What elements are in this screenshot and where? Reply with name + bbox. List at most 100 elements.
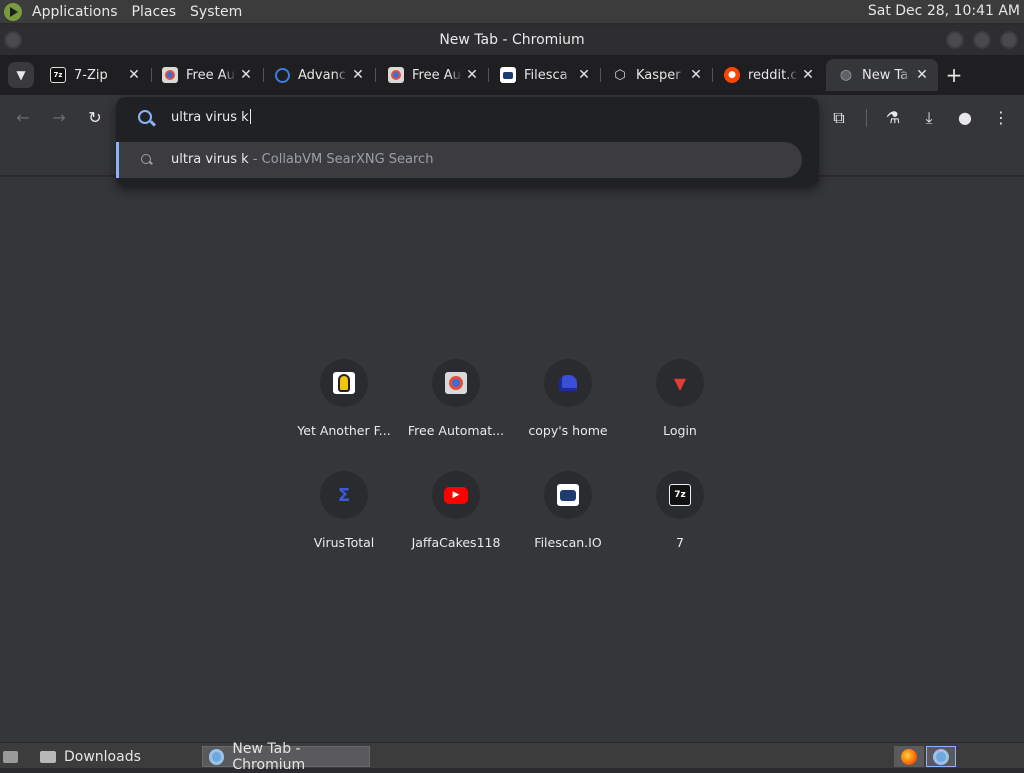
reload-button[interactable]: ↻	[83, 106, 107, 130]
tab-title: Free Au	[186, 67, 235, 83]
close-icon[interactable]: ✕	[236, 67, 256, 83]
folder-icon	[40, 750, 56, 763]
omnibox-suggestion[interactable]: ultra virus k - CollabVM SearXNG Search	[116, 142, 802, 178]
bottom-taskbar: Downloads New Tab - Chromium	[0, 741, 1024, 773]
shortcut-label: VirusTotal	[313, 535, 375, 550]
tray-firefox[interactable]	[894, 746, 924, 767]
applications-menu[interactable]: Applications	[32, 4, 118, 20]
suggestion-source: - CollabVM SearXNG Search	[248, 152, 434, 167]
forward-button[interactable]: →	[47, 106, 71, 130]
search-icon	[141, 154, 151, 164]
omnibox-popup: ultra virus k ultra virus k - CollabVM S…	[116, 97, 819, 186]
panel-menus: Applications Places System	[0, 0, 262, 24]
close-window-button[interactable]	[1000, 31, 1018, 49]
taskbar-item-downloads[interactable]: Downloads	[34, 746, 198, 767]
window-titlebar[interactable]: New Tab - Chromium	[0, 25, 1024, 55]
reddit-icon: ●	[724, 67, 740, 83]
tray-chromium[interactable]	[926, 746, 956, 767]
red-wings-icon: ▼	[673, 373, 687, 393]
suggestion-query: ultra virus k	[171, 152, 249, 167]
maximize-button[interactable]	[973, 31, 991, 49]
labs-button[interactable]: ⚗	[881, 106, 905, 130]
tab-advanced[interactable]: Advanc ✕	[262, 59, 374, 91]
system-menu[interactable]: System	[190, 4, 242, 20]
7zip-icon: 7z	[669, 484, 691, 506]
shortcut-tile[interactable]: copy's home	[512, 359, 624, 459]
free-automatic-icon	[388, 67, 404, 83]
plus-icon: +	[945, 63, 963, 87]
taskbar-item-chromium[interactable]: New Tab - Chromium	[202, 741, 370, 773]
shortcut-tile[interactable]: Yet Another F...	[288, 359, 400, 459]
globe-icon: ◍	[839, 67, 853, 83]
downloads-button[interactable]: ⤓	[917, 106, 941, 130]
panel-clock[interactable]: Sat Dec 28, 10:41 AM	[868, 3, 1020, 19]
tab-title: Filesca	[524, 67, 568, 83]
tab-free-automatic-1[interactable]: Free Au ✕	[150, 59, 262, 91]
address-bar[interactable]: ultra virus k	[116, 97, 819, 139]
chromium-icon	[933, 748, 949, 765]
desktop-icon	[3, 750, 18, 763]
tab-title: Advanc	[298, 67, 346, 83]
arrow-right-icon: →	[52, 108, 66, 127]
shortcut-icon-circle: ▶	[432, 471, 480, 519]
tab-title: reddit.c	[748, 67, 798, 83]
close-icon[interactable]: ✕	[124, 67, 144, 83]
minimize-button[interactable]	[946, 31, 964, 49]
show-desktop-button[interactable]	[0, 746, 26, 767]
cartoon-guy-icon	[333, 372, 355, 394]
tab-new-tab[interactable]: ◍ New Ta ✕	[826, 59, 938, 91]
chevron-down-icon: ▼	[16, 68, 26, 82]
shortcut-icon-circle: 7z	[656, 471, 704, 519]
close-icon[interactable]: ✕	[798, 67, 818, 83]
tab-kaspersky[interactable]: ⬡ Kasper ✕	[600, 59, 712, 91]
shortcut-tile[interactable]: 7z 7	[624, 471, 736, 571]
7zip-icon: 7z	[50, 67, 66, 83]
close-icon[interactable]: ✕	[462, 67, 482, 83]
extensions-button[interactable]: ⧉	[827, 106, 851, 130]
tab-title: 7-Zip	[74, 67, 108, 83]
free-automatic-icon	[445, 372, 467, 394]
new-tab-page: Yet Another F... Free Automat... copy's …	[0, 177, 1024, 742]
virustotal-icon: Σ	[337, 484, 351, 506]
close-icon[interactable]: ✕	[912, 67, 932, 83]
close-icon[interactable]: ✕	[348, 67, 368, 83]
new-tab-button[interactable]: +	[944, 65, 964, 85]
tab-filescan[interactable]: Filesca ✕	[488, 59, 600, 91]
shortcut-tile[interactable]: Filescan.IO	[512, 471, 624, 571]
address-input[interactable]: ultra virus k	[171, 109, 251, 125]
reload-icon: ↻	[88, 108, 102, 127]
close-icon[interactable]: ✕	[686, 67, 706, 83]
tab-strip: ▼ 7z 7-Zip ✕ Free Au ✕ Advanc ✕ Free Au …	[0, 55, 1024, 95]
search-icon	[138, 110, 152, 124]
window-menu-icon[interactable]	[4, 31, 22, 49]
tab-7zip[interactable]: 7z 7-Zip ✕	[38, 59, 150, 91]
back-button[interactable]: ←	[11, 106, 35, 130]
shortcut-label: copy's home	[528, 423, 608, 438]
shortcut-tile[interactable]: ▼ Login	[624, 359, 736, 459]
shortcut-label: Filescan.IO	[534, 535, 602, 550]
suggestion-text: ultra virus k - CollabVM SearXNG Search	[171, 152, 433, 167]
tab-free-automatic-2[interactable]: Free Au ✕	[376, 59, 488, 91]
shortcut-tile[interactable]: Σ VirusTotal	[288, 471, 400, 571]
shortcut-tile[interactable]: ▶ JaffaCakes118	[400, 471, 512, 571]
tab-reddit[interactable]: ● reddit.c ✕	[712, 59, 824, 91]
shortcut-tile[interactable]: Free Automat...	[400, 359, 512, 459]
tab-title: New Ta	[862, 67, 909, 83]
distro-logo-icon[interactable]	[4, 2, 22, 21]
menu-button[interactable]: ⋮	[989, 106, 1013, 130]
shortcut-icon-circle: ▼	[656, 359, 704, 407]
shortcut-icon-circle: Σ	[320, 471, 368, 519]
tab-search-button[interactable]: ▼	[8, 62, 34, 88]
tab-title: Free Au	[412, 67, 461, 83]
close-icon[interactable]: ✕	[574, 67, 594, 83]
free-automatic-icon	[162, 67, 178, 83]
profile-button[interactable]: ●	[953, 106, 977, 130]
filescan-icon	[557, 484, 579, 506]
shortcut-label: Yet Another F...	[297, 423, 391, 438]
shortcut-icon-circle	[544, 359, 592, 407]
places-menu[interactable]: Places	[132, 4, 177, 20]
shortcut-icon-circle	[544, 471, 592, 519]
taskbar-item-label: Downloads	[64, 748, 141, 765]
download-icon: ⤓	[925, 108, 933, 127]
chromium-icon	[209, 748, 225, 765]
